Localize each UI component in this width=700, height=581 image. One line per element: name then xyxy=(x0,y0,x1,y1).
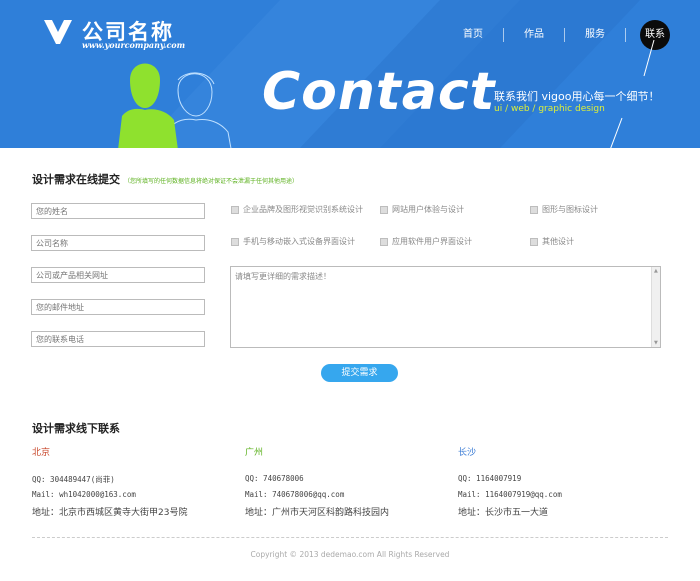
checkbox-label: 其他设计 xyxy=(542,237,574,246)
checkbox-box[interactable] xyxy=(530,205,538,214)
checkbox-web-ux[interactable]: 网站用户体验与设计 xyxy=(380,204,464,215)
name-input[interactable] xyxy=(31,203,205,219)
city-changsha: 长沙 xyxy=(458,448,477,458)
description-textarea[interactable]: 请填写更详细的需求描述！ ▲ ▼ xyxy=(230,266,661,348)
checkbox-other[interactable]: 其他设计 xyxy=(530,236,574,247)
email-input[interactable] xyxy=(31,299,205,315)
form-heading-title: 设计需求在线提交 xyxy=(32,173,120,186)
banner-subtitle: ui / web / graphic design xyxy=(494,104,605,114)
checkbox-label: 企业品牌及图形视觉识别系统设计 xyxy=(243,205,363,214)
offline-heading: 设计需求线下联系 xyxy=(32,422,120,435)
checkbox-brand-identity[interactable]: 企业品牌及图形视觉识别系统设计 xyxy=(231,204,363,215)
phone-input[interactable] xyxy=(31,331,205,347)
city-beijing: 北京 xyxy=(32,448,51,458)
decorative-slash-lines xyxy=(610,40,655,148)
office-mail[interactable]: Mail: 1164007919@qq.com xyxy=(458,490,562,499)
office-qq: QQ: 304489447(尚菲) xyxy=(32,475,115,484)
checkbox-label: 网站用户体验与设计 xyxy=(392,205,464,214)
form-heading: 设计需求在线提交 （您所填写的任何数据信息将绝对保证不会泄漏于任何其他用途） xyxy=(32,171,298,187)
office-qq: QQ: 740678006 xyxy=(245,474,304,483)
checkbox-box[interactable] xyxy=(530,237,538,246)
logo-mark-icon xyxy=(44,20,72,44)
footer-divider xyxy=(32,537,668,538)
office-qq: QQ: 1164007919 xyxy=(458,474,522,483)
description-placeholder: 请填写更详细的需求描述！ xyxy=(235,272,331,281)
nav-item-home[interactable]: 首页 xyxy=(443,21,503,49)
checkbox-box[interactable] xyxy=(231,237,239,246)
city-guangzhou: 广州 xyxy=(245,448,264,458)
company-input[interactable] xyxy=(31,235,205,251)
checkbox-box[interactable] xyxy=(231,205,239,214)
office-address: 地址：北京市西城区黄寺大街甲23号院 xyxy=(32,508,188,518)
checkbox-label: 应用软件用户界面设计 xyxy=(392,237,472,246)
checkbox-box[interactable] xyxy=(380,205,388,214)
checkbox-label: 手机与移动嵌入式设备界面设计 xyxy=(243,237,355,246)
checkbox-app-ui[interactable]: 应用软件用户界面设计 xyxy=(380,236,472,247)
office-address: 地址：长沙市五一大道 xyxy=(458,508,549,518)
header-banner: 公司名称 www.yourcompany.com 首页 作品 服务 联系 Con… xyxy=(0,0,700,148)
scroll-down-icon[interactable]: ▼ xyxy=(654,340,658,346)
website-input[interactable] xyxy=(31,267,205,283)
scroll-up-icon[interactable]: ▲ xyxy=(654,268,658,274)
checkbox-box[interactable] xyxy=(380,237,388,246)
checkbox-graphic-icon[interactable]: 图形与图标设计 xyxy=(530,204,598,215)
checkbox-label: 图形与图标设计 xyxy=(542,205,598,214)
office-address: 地址：广州市天河区科韵路科技园内 xyxy=(245,508,390,518)
people-illustration xyxy=(118,63,232,148)
nav-item-works[interactable]: 作品 xyxy=(504,21,564,49)
contact-title: Contact xyxy=(262,62,496,122)
logo[interactable]: 公司名称 www.yourcompany.com xyxy=(40,14,190,54)
office-mail[interactable]: Mail: wh1042000@163.com xyxy=(32,490,136,499)
textarea-scrollbar[interactable]: ▲ ▼ xyxy=(651,267,660,347)
submit-button[interactable]: 提交需求 xyxy=(321,364,398,382)
checkbox-mobile-ui[interactable]: 手机与移动嵌入式设备界面设计 xyxy=(231,236,355,247)
form-heading-note: （您所填写的任何数据信息将绝对保证不会泄漏于任何其他用途） xyxy=(124,178,299,185)
office-mail[interactable]: Mail: 740678006@qq.com xyxy=(245,490,344,499)
brand-url: www.yourcompany.com xyxy=(82,40,186,50)
copyright-text: Copyright © 2013 dedemao.com All Rights … xyxy=(250,550,450,559)
